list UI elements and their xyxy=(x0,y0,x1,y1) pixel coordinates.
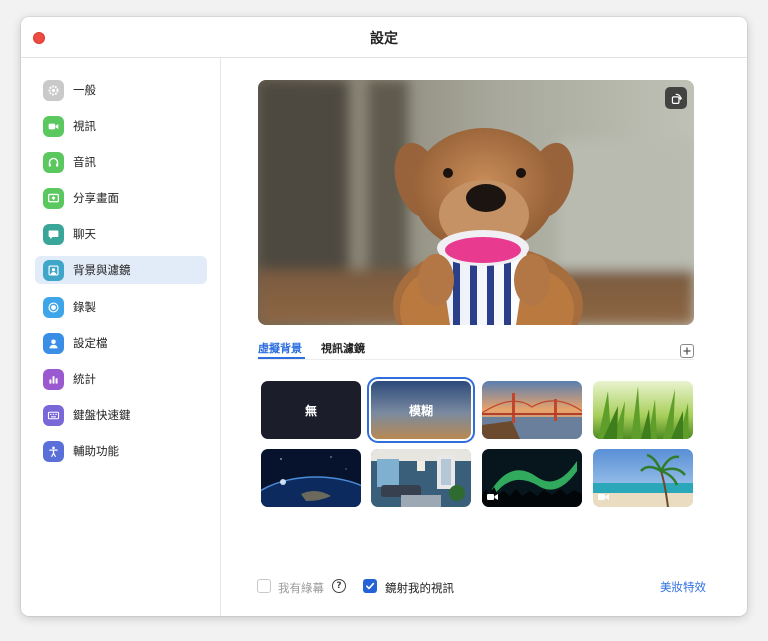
sidebar-item-label: 視訊 xyxy=(73,119,96,133)
keyboard-icon xyxy=(43,404,64,426)
bar-chart-icon xyxy=(43,368,64,390)
background-tile-golden-gate[interactable] xyxy=(482,381,582,439)
sidebar-item-video[interactable]: 視訊 xyxy=(35,112,207,140)
sidebar-item-chat[interactable]: 聊天 xyxy=(35,220,207,248)
studio-effects-link[interactable]: 美妝特效 xyxy=(660,579,706,595)
active-tab-indicator xyxy=(258,357,305,359)
tile-label: 模糊 xyxy=(408,403,433,418)
earth-space-thumbnail xyxy=(261,449,361,507)
share-screen-icon xyxy=(43,187,64,209)
background-tile-grass[interactable] xyxy=(593,381,693,439)
grass-thumbnail xyxy=(593,381,693,439)
green-screen-checkbox[interactable] xyxy=(257,579,271,593)
golden-gate-thumbnail xyxy=(482,381,582,439)
profile-icon xyxy=(43,332,64,354)
video-camera-icon xyxy=(43,115,64,137)
background-tile-living-room[interactable] xyxy=(371,449,471,507)
portrait-background-icon xyxy=(43,259,64,281)
sidebar-item-label: 鍵盤快速鍵 xyxy=(73,408,131,422)
settings-sidebar: 一般 視訊 音訊 分享畫面 聊天 背景與濾鏡 錄製 設定檔 統計 鍵盤快速鍵 輔… xyxy=(21,58,221,616)
gear-icon xyxy=(43,79,64,101)
sidebar-item-label: 統計 xyxy=(73,372,96,386)
add-background-button[interactable] xyxy=(680,344,694,358)
help-icon[interactable]: ? xyxy=(332,579,346,593)
video-background-icon xyxy=(487,493,499,501)
sidebar-item-general[interactable]: 一般 xyxy=(35,76,207,104)
background-tile-earth[interactable] xyxy=(261,449,361,507)
sidebar-item-label: 音訊 xyxy=(73,155,96,169)
rotate-camera-button[interactable] xyxy=(665,87,687,109)
checkmark-icon xyxy=(366,582,375,590)
settings-window: 設定 一般 視訊 音訊 分享畫面 聊天 背景與濾鏡 錄製 設定檔 統計 鍵盤快速… xyxy=(21,17,747,616)
background-tile-beach[interactable] xyxy=(593,449,693,507)
tab-virtual-background[interactable]: 虛擬背景 xyxy=(258,340,302,356)
teddy-bear-camera-image xyxy=(258,80,694,325)
sidebar-item-keyboard-shortcuts[interactable]: 鍵盤快速鍵 xyxy=(35,401,207,429)
sidebar-item-label: 背景與濾鏡 xyxy=(73,263,131,277)
sidebar-item-profile[interactable]: 設定檔 xyxy=(35,329,207,357)
sidebar-item-label: 設定檔 xyxy=(73,336,108,350)
sidebar-item-label: 分享畫面 xyxy=(73,191,119,205)
record-icon xyxy=(43,296,64,318)
sidebar-item-share-screen[interactable]: 分享畫面 xyxy=(35,184,207,212)
sidebar-item-audio[interactable]: 音訊 xyxy=(35,148,207,176)
sidebar-item-label: 聊天 xyxy=(73,227,96,241)
living-room-thumbnail xyxy=(371,449,471,507)
tab-video-filters[interactable]: 視訊濾鏡 xyxy=(321,340,365,356)
mirror-video-checkbox[interactable] xyxy=(363,579,377,593)
headphones-icon xyxy=(43,151,64,173)
mirror-video-label: 鏡射我的視訊 xyxy=(385,581,454,595)
video-background-icon xyxy=(598,493,610,501)
sidebar-item-recording[interactable]: 錄製 xyxy=(35,293,207,321)
rotate-icon xyxy=(671,93,682,104)
accessibility-icon xyxy=(43,440,64,462)
background-tile-none[interactable]: 無 xyxy=(261,381,361,439)
plus-icon xyxy=(683,347,691,355)
tile-label: 無 xyxy=(304,403,317,418)
sidebar-item-label: 輔助功能 xyxy=(73,444,119,458)
camera-preview xyxy=(258,80,694,325)
sidebar-item-accessibility[interactable]: 輔助功能 xyxy=(35,437,207,465)
window-title: 設定 xyxy=(370,31,398,47)
title-bar: 設定 xyxy=(21,17,747,58)
background-tile-aurora[interactable] xyxy=(482,449,582,507)
background-tile-blur[interactable]: 模糊 xyxy=(371,381,471,439)
sidebar-item-label: 一般 xyxy=(73,83,96,97)
chat-bubble-icon xyxy=(43,223,64,245)
sidebar-item-background-filters[interactable]: 背景與濾鏡 xyxy=(35,256,207,284)
tabs-divider xyxy=(258,359,694,360)
sidebar-item-label: 錄製 xyxy=(73,300,96,314)
sidebar-item-statistics[interactable]: 統計 xyxy=(35,365,207,393)
green-screen-label: 我有綠幕 xyxy=(278,581,324,595)
